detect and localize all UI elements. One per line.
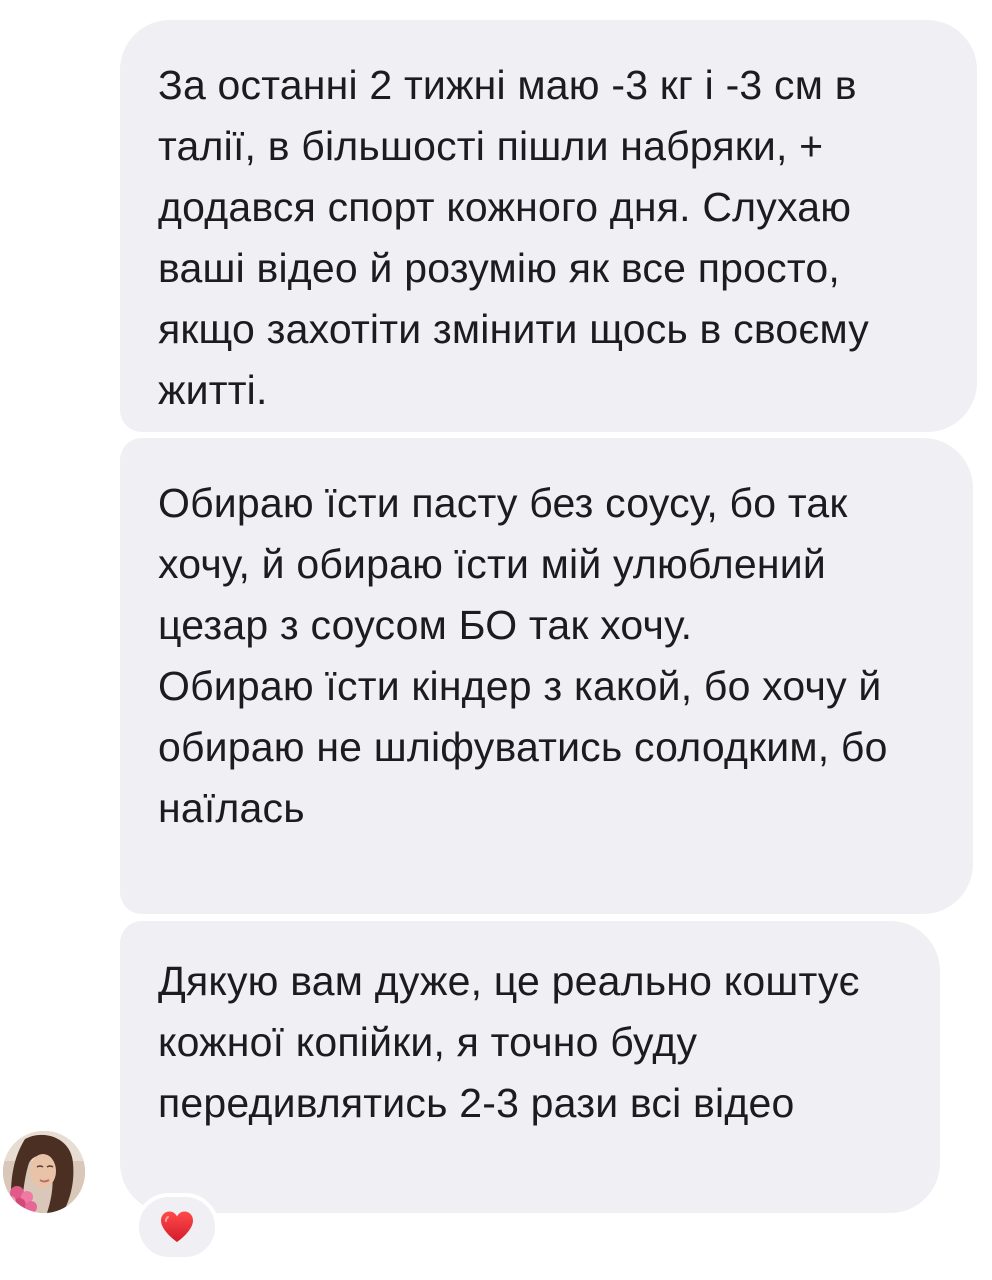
reaction-badge[interactable] — [135, 1193, 219, 1261]
avatar-photo — [3, 1131, 85, 1213]
message-text: За останні 2 тижні маю -3 кг і -3 см в т… — [158, 62, 870, 413]
message-text: Обираю їсти пасту без соусу, бо так хочу… — [158, 480, 848, 648]
message-text: Обираю їсти кіндер з какой, бо хочу й об… — [158, 663, 888, 831]
avatar[interactable] — [3, 1131, 85, 1213]
message-text: Дякую вам дуже, це реально коштує кожної… — [158, 958, 860, 1126]
message-bubble[interactable]: За останні 2 тижні маю -3 кг і -3 см в т… — [120, 20, 977, 432]
message-bubble[interactable]: Дякую вам дуже, це реально коштує кожної… — [120, 921, 940, 1213]
heart-icon — [161, 1211, 193, 1242]
chat-thread: За останні 2 тижні маю -3 кг і -3 см в т… — [0, 0, 992, 1280]
message-bubble[interactable]: Обираю їсти пасту без соусу, бо так хочу… — [120, 438, 973, 914]
